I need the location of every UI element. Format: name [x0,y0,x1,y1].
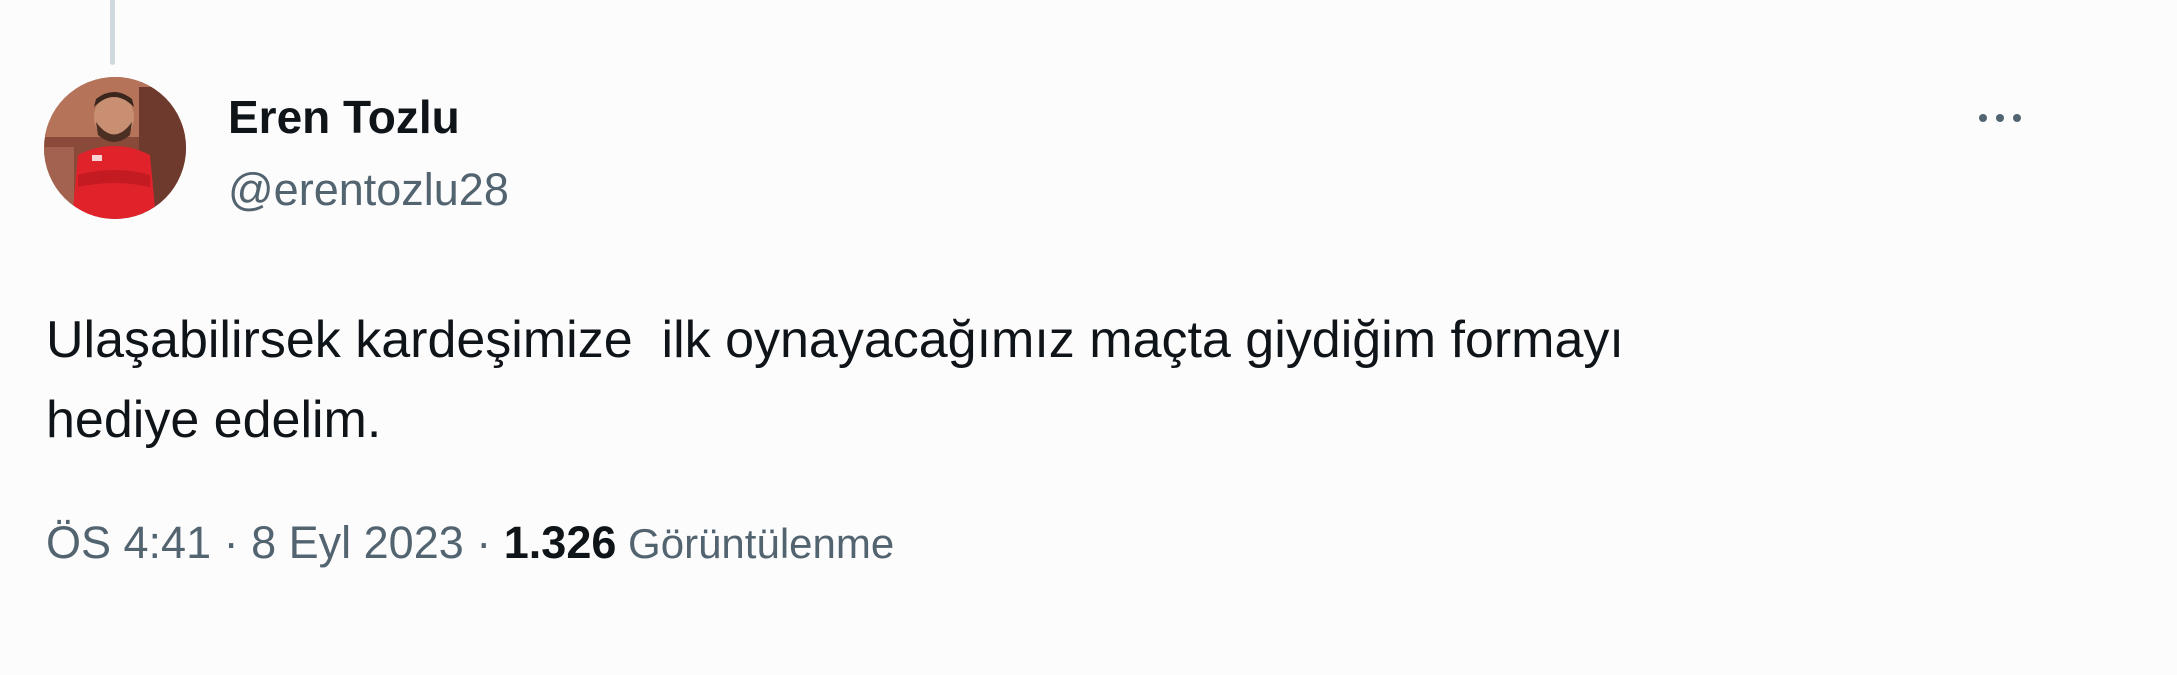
tweet-meta: ÖS 4:41 · 8 Eyl 2023 · 1.326 Görüntülenm… [46,513,894,574]
avatar[interactable] [44,77,186,219]
avatar-photo [44,77,186,219]
tweet-time[interactable]: ÖS 4:41 [46,517,211,568]
more-options-button[interactable] [1955,90,2045,146]
thread-connector-line [110,0,115,65]
tweet-text: Ulaşabilirsek kardeşimize ilk oynayacağı… [46,311,1624,449]
views-label[interactable]: Görüntülenme [616,520,894,567]
views-count[interactable]: 1.326 [504,517,617,568]
author-name[interactable]: Eren Tozlu [228,89,460,145]
meta-separator: · [463,517,504,568]
meta-separator: · [211,517,252,568]
author-handle[interactable]: @erentozlu28 [228,162,509,218]
tweet-date[interactable]: 8 Eyl 2023 [251,517,464,568]
more-horizontal-icon [1979,114,2021,122]
